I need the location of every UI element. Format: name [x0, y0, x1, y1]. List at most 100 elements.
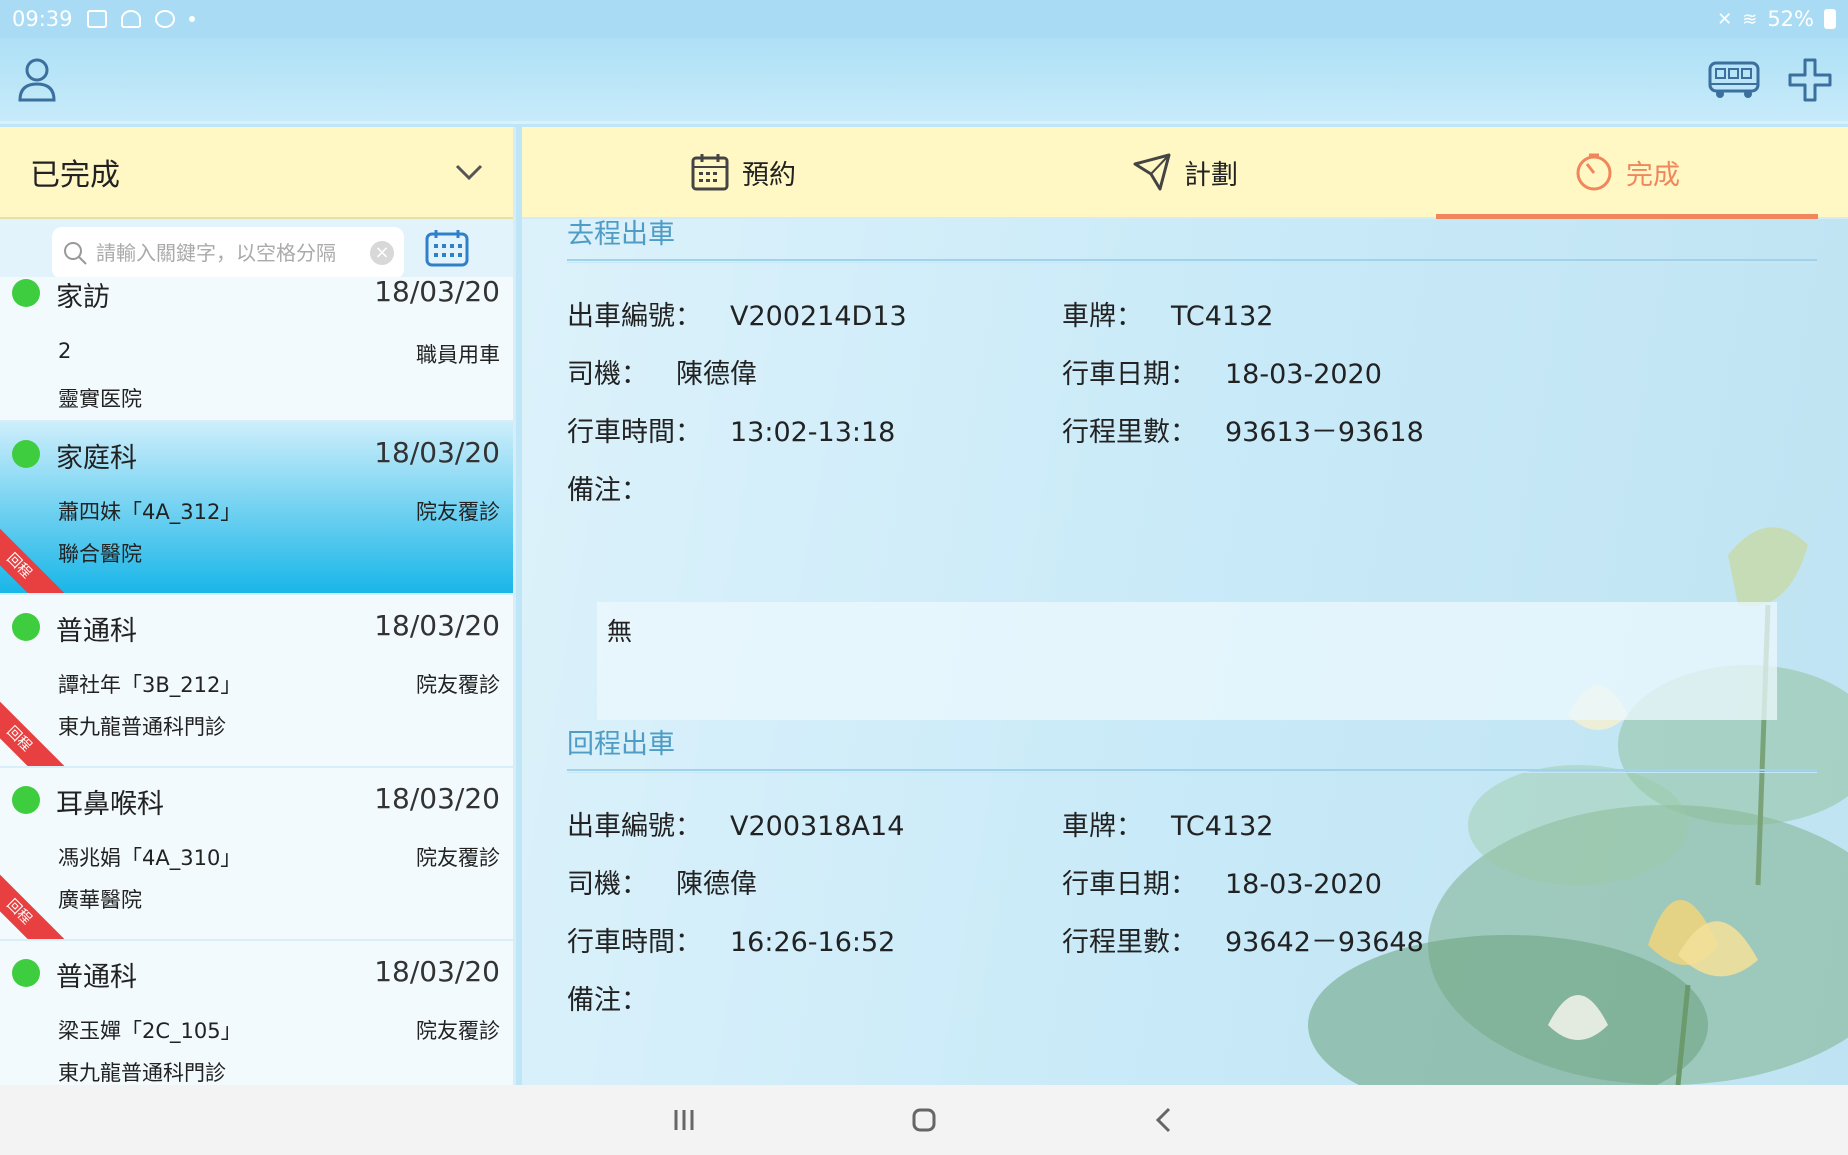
- status-filter-label: 已完成: [30, 158, 120, 193]
- mileage-value: 93642－93648: [1225, 927, 1424, 958]
- remark-label: 備注：: [567, 985, 648, 1016]
- calendar-filter-icon[interactable]: [425, 229, 469, 267]
- driver-label: 司機：: [567, 359, 648, 390]
- card-type: 院友覆診: [416, 1019, 500, 1043]
- card-department: 耳鼻喉科: [56, 789, 164, 820]
- card-department: 普通科: [56, 616, 137, 647]
- card-department: 家訪: [56, 282, 110, 313]
- outbound-remark-label: 備注：: [567, 468, 648, 507]
- date-label: 行車日期：: [1062, 359, 1197, 390]
- trip-list: 家訪 18/03/20 2 職員用車 靈實医院 家庭科 18/03/20 蕭四妹…: [0, 277, 513, 1085]
- card-patient: 譚社年「3B_212」: [58, 673, 242, 697]
- date-label: 行車日期：: [1062, 869, 1197, 900]
- gallery-icon: [86, 10, 107, 28]
- inbound-driver: 司機： 陳德偉: [567, 862, 757, 901]
- status-dot: [12, 959, 40, 987]
- trip-no-value: V200318A14: [730, 811, 905, 842]
- time-label: 行車時間：: [567, 927, 702, 958]
- paper-plane-icon: [1133, 153, 1171, 191]
- battery-icon: [1824, 9, 1836, 29]
- card-hospital: 靈實医院: [58, 387, 142, 411]
- more-dot-icon: [188, 16, 195, 22]
- outbound-time: 行車時間： 13:02-13:18: [567, 410, 895, 449]
- outbound-remark-box: 無: [597, 602, 1777, 720]
- card-patient: 梁玉嬋「2C_105」: [58, 1019, 242, 1043]
- plate-label: 車牌：: [1062, 301, 1143, 332]
- driver-value: 陳德偉: [676, 869, 757, 900]
- plate-value: TC4132: [1171, 301, 1274, 332]
- card-type: 院友覆診: [416, 673, 500, 697]
- inbound-time: 行車時間： 16:26-16:52: [567, 920, 895, 959]
- date-value: 18-03-2020: [1225, 869, 1382, 900]
- card-date: 18/03/20: [374, 277, 500, 308]
- search-input[interactable]: [96, 241, 366, 265]
- status-dot: [12, 613, 40, 641]
- trip-card[interactable]: 耳鼻喉科 18/03/20 馮兆娟「4A_310」 院友覆診 廣華醫院 回程: [0, 768, 513, 941]
- mileage-label: 行程里數：: [1062, 417, 1197, 448]
- trip-detail-panel: 預約 計劃 完成 去程出車 出車編號： V200214D13 車牌： TC4132 …: [522, 127, 1848, 1085]
- tab-booking[interactable]: 預約: [522, 127, 964, 217]
- tab-booking-label: 預約: [742, 159, 796, 191]
- inbound-mileage: 行程里數： 93642－93648: [1062, 920, 1424, 959]
- card-hospital: 東九龍普通科門診: [58, 1061, 226, 1085]
- outbound-mileage: 行程里數： 93613－93618: [1062, 410, 1424, 449]
- plus-icon[interactable]: [1786, 56, 1834, 104]
- card-patient: 蕭四妹「4A_312」: [58, 500, 242, 524]
- card-patient: 2: [58, 339, 72, 363]
- mileage-value: 93613－93618: [1225, 417, 1424, 448]
- lotus-background-illustration: [1308, 527, 1848, 1085]
- card-hospital: 廣華醫院: [58, 888, 142, 912]
- system-nav-bar: [0, 1085, 1848, 1155]
- card-date: 18/03/20: [374, 609, 500, 642]
- card-type: 職員用車: [416, 343, 500, 367]
- trip-card[interactable]: 家訪 18/03/20 2 職員用車 靈實医院: [0, 277, 513, 422]
- tab-completed[interactable]: 完成: [1406, 127, 1848, 219]
- plate-value: TC4132: [1171, 811, 1274, 842]
- outbound-section-title: 去程出車: [567, 219, 675, 250]
- tab-plan[interactable]: 計劃: [964, 127, 1406, 217]
- status-bar: 09:39 ✕ ≋ 52%: [0, 0, 1848, 38]
- outbound-plate: 車牌： TC4132: [1062, 294, 1273, 333]
- trip-no-label: 出車編號：: [567, 301, 702, 332]
- outbound-divider: [567, 259, 1817, 263]
- trip-card[interactable]: 家庭科 18/03/20 蕭四妹「4A_312」 院友覆診 聯合醫院 回程: [0, 422, 513, 595]
- trip-no-label: 出車編號：: [567, 811, 702, 842]
- driver-value: 陳德偉: [676, 359, 757, 390]
- trip-list-panel: 已完成 × 家訪 18/03/20 2 職員用車 靈實医: [0, 127, 516, 1085]
- inbound-plate: 車牌： TC4132: [1062, 804, 1273, 843]
- date-value: 18-03-2020: [1225, 359, 1382, 390]
- card-date: 18/03/20: [374, 436, 500, 469]
- back-icon[interactable]: [1144, 1100, 1184, 1140]
- bus-icon[interactable]: [1708, 60, 1760, 100]
- clock: 09:39: [12, 7, 73, 31]
- clear-search-icon[interactable]: ×: [370, 241, 394, 265]
- inbound-section-title: 回程出車: [567, 729, 675, 760]
- card-type: 院友覆診: [416, 846, 500, 870]
- mute-icon: ✕: [1717, 8, 1733, 30]
- driver-label: 司機：: [567, 869, 648, 900]
- card-hospital: 聯合醫院: [58, 542, 142, 566]
- recent-apps-icon[interactable]: [664, 1100, 704, 1140]
- trip-no-value: V200214D13: [730, 301, 907, 332]
- card-hospital: 東九龍普通科門診: [58, 715, 226, 739]
- notification-icon: [120, 10, 141, 28]
- time-value: 16:26-16:52: [730, 927, 896, 958]
- trip-card[interactable]: 普通科 18/03/20 譚社年「3B_212」 院友覆診 東九龍普通科門診 回…: [0, 595, 513, 768]
- trip-card[interactable]: 普通科 18/03/20 梁玉嬋「2C_105」 院友覆診 東九龍普通科門診: [0, 941, 513, 1085]
- inbound-divider: [567, 769, 1817, 773]
- inbound-remark-label: 備注：: [567, 978, 648, 1017]
- status-filter-dropdown[interactable]: 已完成: [0, 127, 513, 219]
- status-dot: [12, 440, 40, 468]
- remark-label: 備注：: [567, 475, 648, 506]
- outbound-date: 行車日期： 18-03-2020: [1062, 352, 1382, 391]
- status-dot: [12, 279, 40, 307]
- sync-icon: [154, 10, 175, 28]
- card-department: 普通科: [56, 962, 137, 993]
- home-icon[interactable]: [904, 1100, 944, 1140]
- plate-label: 車牌：: [1062, 811, 1143, 842]
- calendar-icon: [691, 154, 729, 191]
- tab-completed-label: 完成: [1626, 159, 1680, 191]
- card-type: 院友覆診: [416, 500, 500, 524]
- status-tabs: 預約 計劃 完成: [522, 127, 1848, 219]
- user-icon[interactable]: [16, 56, 58, 102]
